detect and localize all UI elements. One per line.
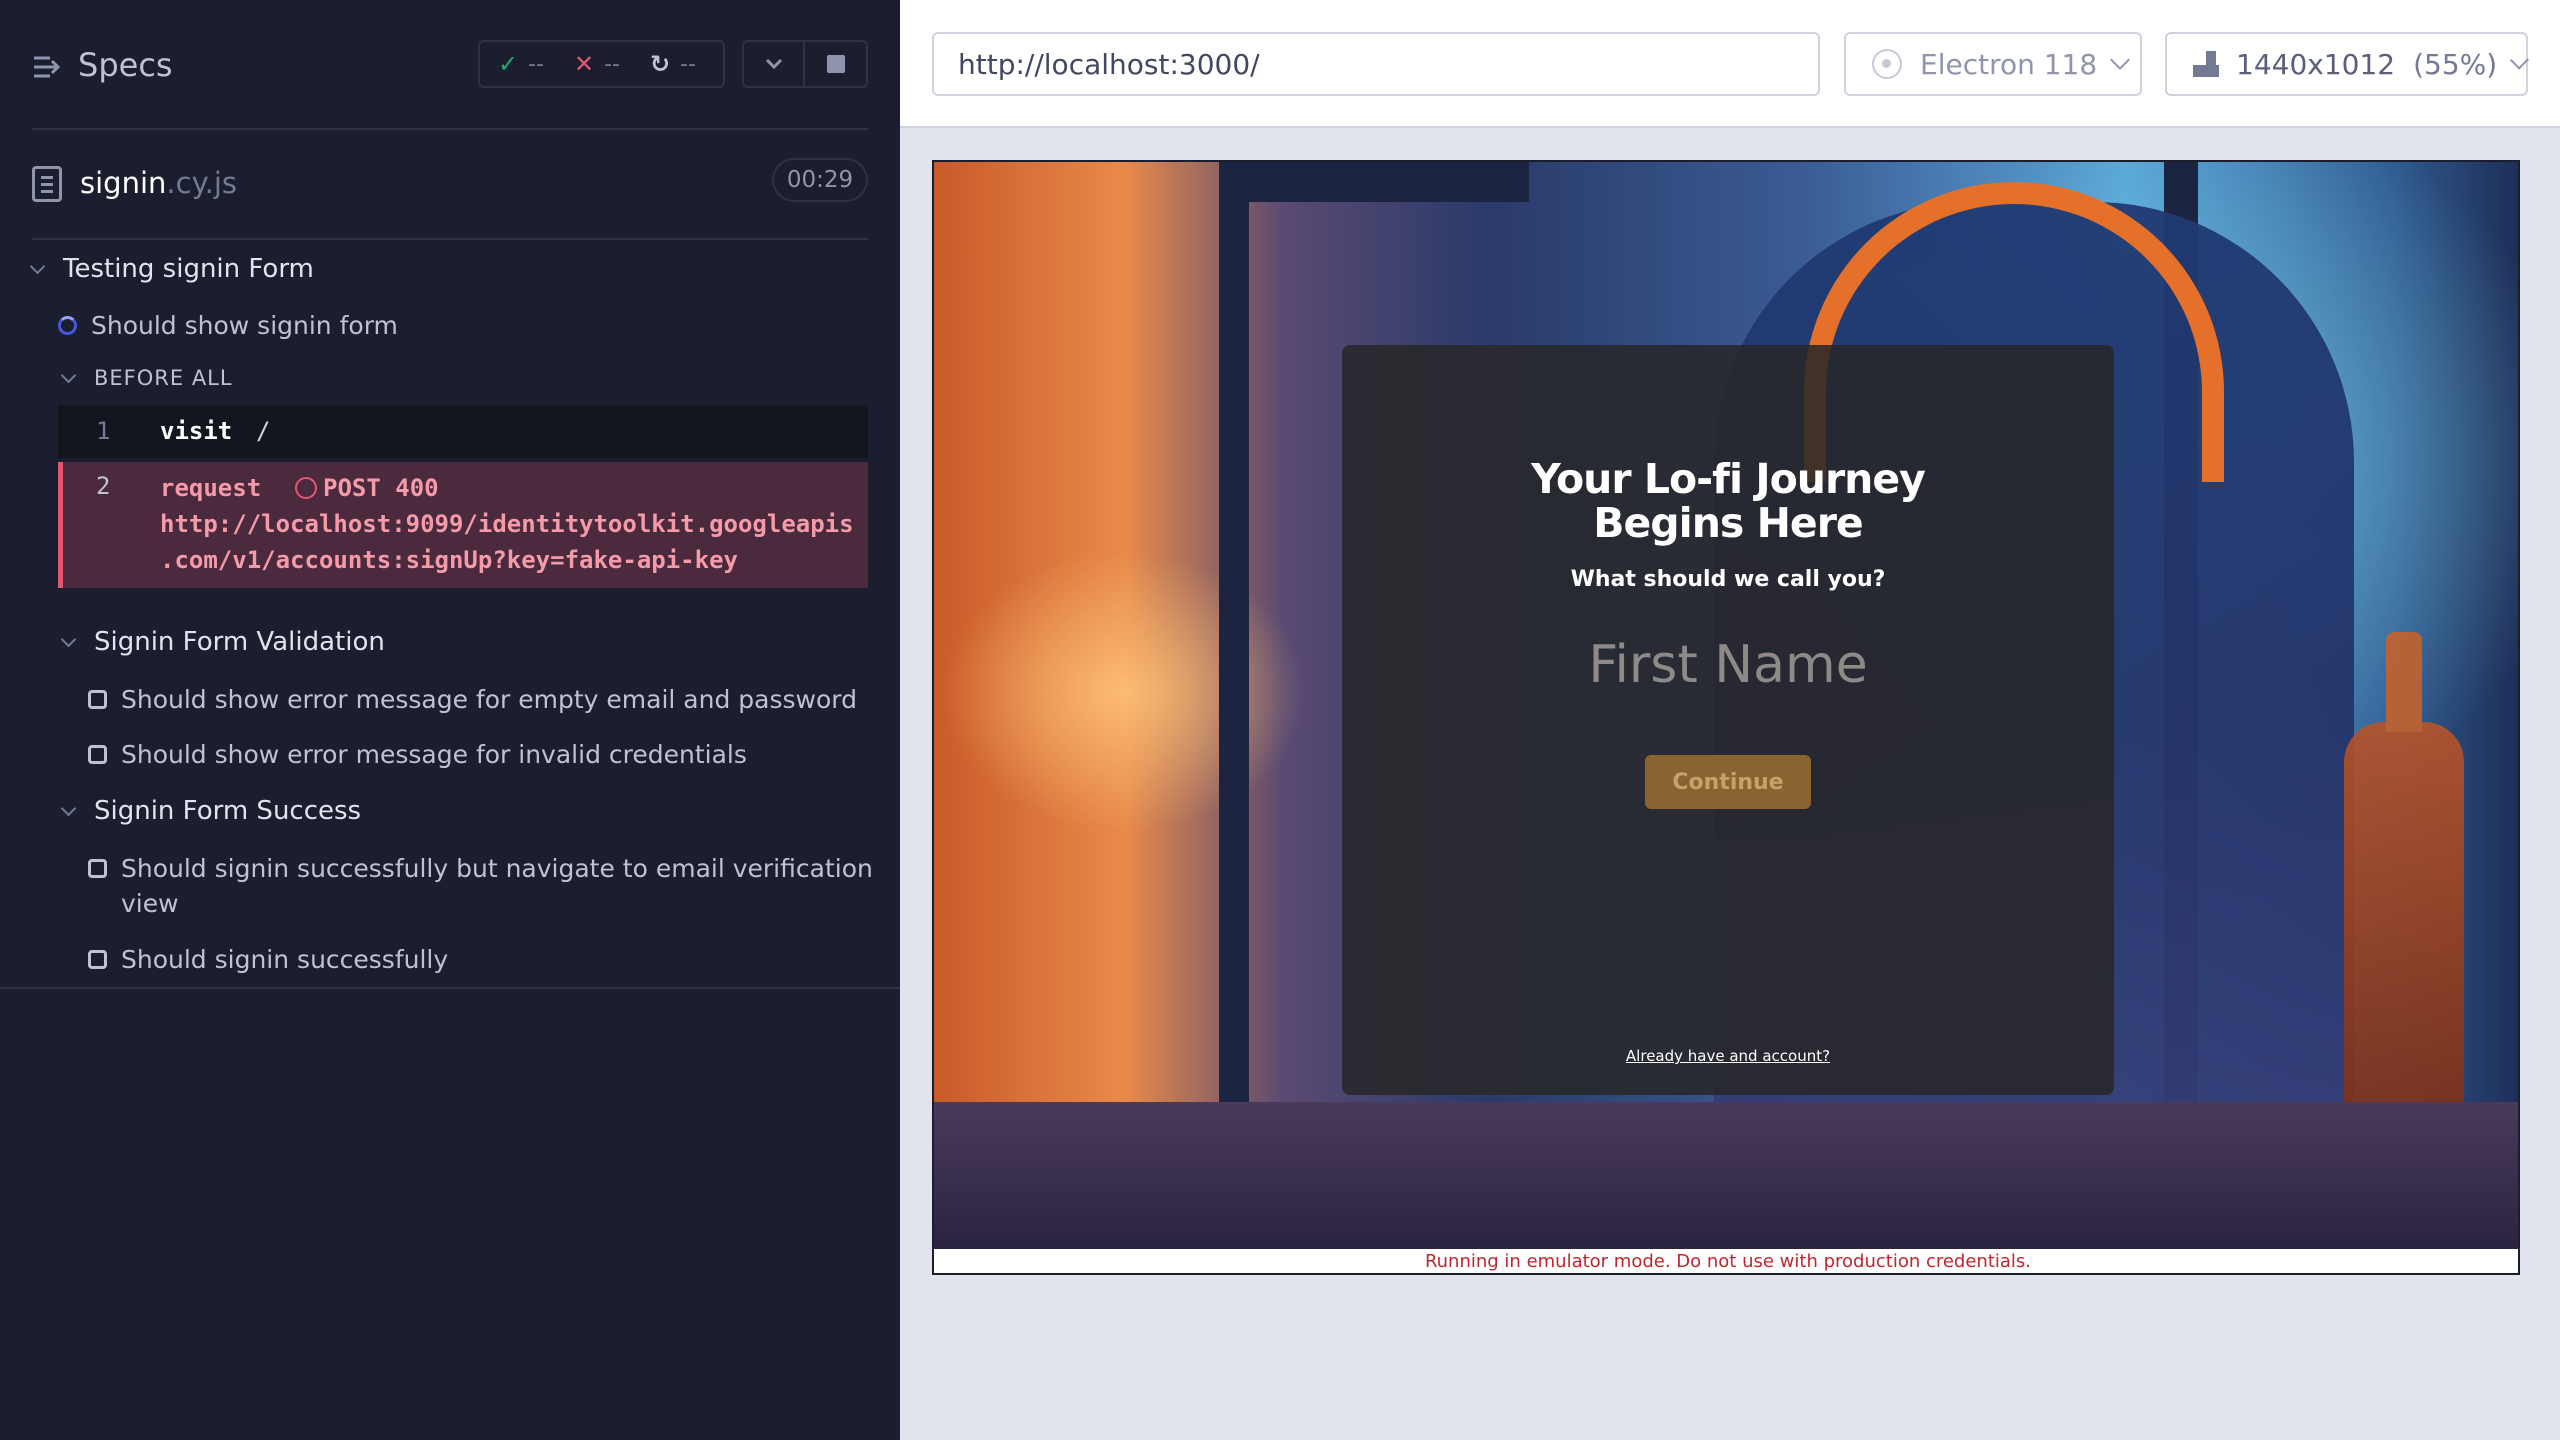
command-name: visit xyxy=(160,417,233,445)
suite-row[interactable]: Signin Form Success xyxy=(58,795,361,827)
divider xyxy=(32,128,868,130)
spec-file-header: signin.cy.js xyxy=(0,150,900,220)
test-row-running[interactable]: Should show signin form xyxy=(58,309,398,341)
divider xyxy=(0,987,900,989)
suite-title: Signin Form Success xyxy=(94,796,362,826)
test-title-continued: view xyxy=(121,887,179,919)
window-frame xyxy=(1229,162,1529,202)
chevron-down-icon xyxy=(58,367,80,389)
pending-test-icon xyxy=(88,949,107,969)
pending-test-icon xyxy=(88,689,107,709)
command-row[interactable]: 1 visit / xyxy=(58,405,868,458)
test-title: Should show signin form xyxy=(91,310,398,340)
test-title: Should signin successfully but navigate … xyxy=(121,853,873,883)
chevron-down-icon xyxy=(58,800,80,822)
window-frame xyxy=(1219,162,1249,1112)
url-text: http://localhost:3000/ xyxy=(958,47,1260,81)
collapse-all-button[interactable] xyxy=(742,40,805,88)
command-message: POST 400 xyxy=(323,474,439,502)
specs-toggle-icon[interactable] xyxy=(30,50,64,84)
bottle-illustration xyxy=(2344,632,2464,1142)
viewport-scale: (55%) xyxy=(2413,47,2498,81)
suite-title: Signin Form Validation xyxy=(94,627,385,657)
command-row-failed[interactable]: 2 request POST 400 http://localhost:9099… xyxy=(58,462,868,588)
file-icon xyxy=(32,166,62,202)
url-bar[interactable]: http://localhost:3000/ xyxy=(932,32,1820,96)
desk-illustration xyxy=(934,1102,2518,1249)
emulator-notice: Running in emulator mode. Do not use wit… xyxy=(934,1249,2518,1273)
hook-row[interactable]: BEFORE ALL xyxy=(58,364,233,392)
browser-label: Electron 118 xyxy=(1920,47,2098,81)
test-row[interactable]: Should show error message for invalid cr… xyxy=(88,738,747,770)
test-title: Should signin successfully xyxy=(121,944,449,974)
spinner-icon: ↻ xyxy=(650,50,671,78)
divider xyxy=(32,238,868,240)
spinner-icon xyxy=(58,315,77,335)
chevron-down-icon xyxy=(2510,50,2530,70)
test-title: Should show error message for invalid cr… xyxy=(121,739,747,769)
hook-title: BEFORE ALL xyxy=(94,366,233,390)
aut-panel: http://localhost:3000/ Electron 118 1440… xyxy=(900,0,2560,1440)
failed-stat: ✕ -- xyxy=(574,50,620,78)
specs-header: Specs ✓ -- ✕ -- ↻ -- xyxy=(0,0,900,130)
command-number: 1 xyxy=(96,417,111,445)
background-illustration: Your Lo-fi Journey Begins Here What shou… xyxy=(934,162,2518,1249)
suite-row[interactable]: Testing signin Form xyxy=(27,253,314,285)
test-row[interactable]: Should signin successfully but navigate … xyxy=(88,852,873,884)
specs-title[interactable]: Specs xyxy=(78,46,173,84)
ruler-icon xyxy=(2191,49,2220,79)
card-subtitle: What should we call you? xyxy=(1570,567,1886,592)
spec-name: signin xyxy=(80,166,167,200)
request-url-line1: http://localhost:9099/identitytoolkit.go… xyxy=(160,510,854,538)
request-status-icon xyxy=(295,477,317,499)
spec-ext: .cy.js xyxy=(166,166,237,200)
viewport-size: 1440x1012 xyxy=(2236,47,2396,81)
aut-header: http://localhost:3000/ Electron 118 1440… xyxy=(900,0,2560,128)
already-have-account-link[interactable]: Already have and account? xyxy=(1342,1047,2114,1065)
chevron-down-icon xyxy=(27,258,49,280)
check-icon: ✓ xyxy=(498,50,519,78)
signup-card: Your Lo-fi Journey Begins Here What shou… xyxy=(1342,345,2114,1095)
test-title: view xyxy=(121,888,179,918)
viewport-select[interactable]: 1440x1012 (55%) xyxy=(2165,32,2530,96)
test-stats: ✓ -- ✕ -- ↻ -- xyxy=(478,40,725,88)
spec-duration: 00:29 xyxy=(772,158,868,202)
electron-icon xyxy=(1872,49,1902,79)
test-title: Should show error message for empty emai… xyxy=(121,684,857,714)
pending-test-icon xyxy=(88,858,107,878)
suite-title: Testing signin Form xyxy=(63,254,314,284)
card-title: Your Lo-fi Journey Begins Here xyxy=(1531,455,1926,547)
command-name: request xyxy=(160,474,262,502)
test-row[interactable]: Should show error message for empty emai… xyxy=(88,683,857,715)
stop-button[interactable] xyxy=(805,40,868,88)
app-iframe: Your Lo-fi Journey Begins Here What shou… xyxy=(932,160,2520,1275)
chevron-down-icon xyxy=(765,58,782,70)
chevron-down-icon xyxy=(58,631,80,653)
x-icon: ✕ xyxy=(574,50,595,78)
command-message: / xyxy=(256,417,271,445)
command-number: 2 xyxy=(96,472,111,500)
chevron-down-icon xyxy=(2110,50,2131,70)
pending-test-icon xyxy=(88,744,107,764)
first-name-input[interactable] xyxy=(1528,615,1928,715)
request-url-line2: .com/v1/accounts:signUp?key=fake-api-key xyxy=(160,546,738,574)
suite-row[interactable]: Signin Form Validation xyxy=(58,626,385,658)
pending-stat: ↻ -- xyxy=(650,50,696,78)
test-row[interactable]: Should signin successfully xyxy=(88,943,448,975)
reporter-panel: Specs ✓ -- ✕ -- ↻ -- signin.cy.js 00:29 … xyxy=(0,0,900,1440)
browser-select[interactable]: Electron 118 xyxy=(1844,32,2142,96)
passed-stat: ✓ -- xyxy=(498,50,544,78)
stop-icon xyxy=(826,55,845,73)
continue-button[interactable]: Continue xyxy=(1645,755,1811,809)
